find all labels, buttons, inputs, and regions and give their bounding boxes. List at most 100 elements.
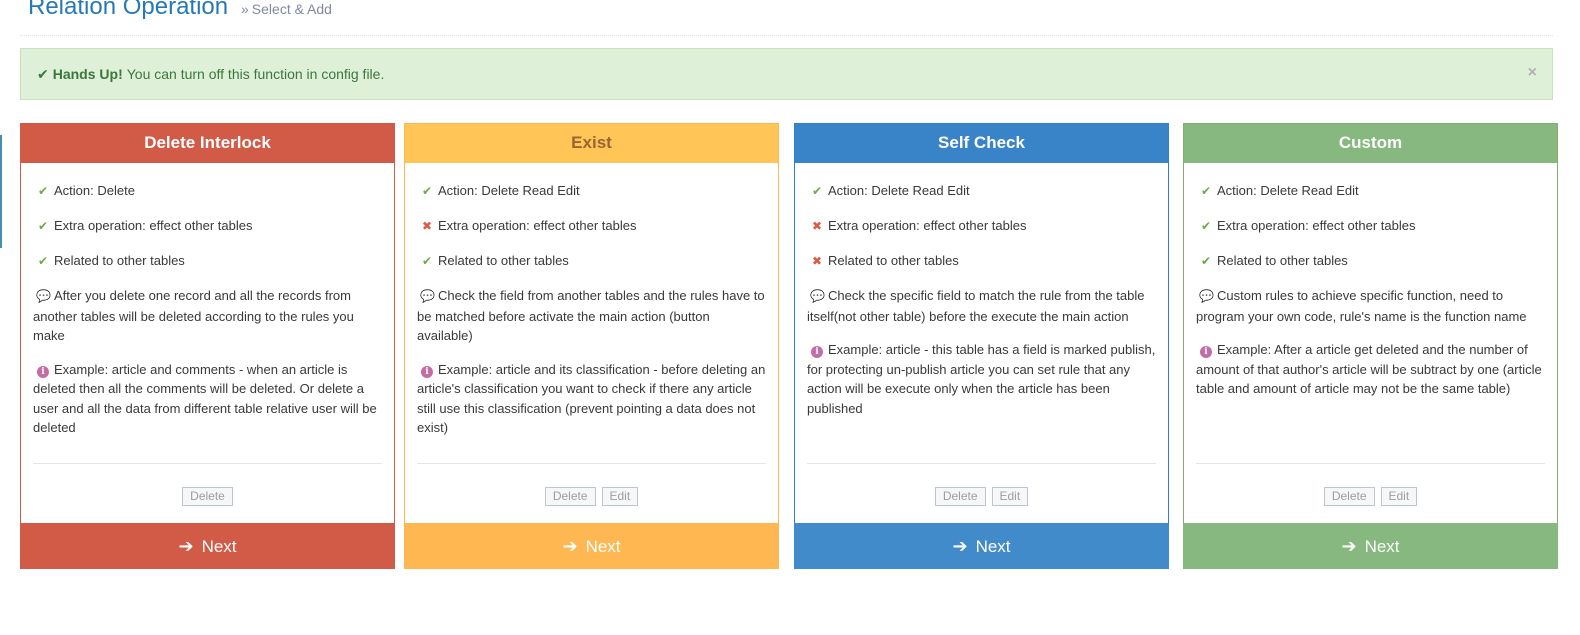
card-description: 💬 Check the field from another tables and… xyxy=(417,286,766,346)
feature-list: ✔ Action: Delete ✔ Extra operation: effect… xyxy=(33,181,382,272)
card-example: i Example: article - this table has a fie… xyxy=(807,340,1156,418)
arrow-right-icon: ➔ xyxy=(952,536,968,556)
card-self-check: Self Check ✔ Action: Delete Read Edit ✖ Ex… xyxy=(794,123,1169,569)
alert-success: ✔ Hands Up! You can turn off this function… xyxy=(20,48,1553,100)
delete-button[interactable]: Delete xyxy=(182,487,233,506)
card-title: Self Check xyxy=(795,124,1168,163)
card-description: 💬 Check the specific field to match the r… xyxy=(807,286,1156,326)
description-text: Custom rules to achieve specific functio… xyxy=(1196,288,1527,324)
description-text: After you delete one record and all the … xyxy=(33,288,354,343)
next-label: Next xyxy=(201,537,237,556)
sidebar-edge xyxy=(0,135,2,248)
feature-text: Action: Delete Read Edit xyxy=(1217,183,1359,198)
page-subtitle-text: Select & Add xyxy=(251,1,332,17)
next-button[interactable]: ➔ Next xyxy=(20,523,395,569)
feature-item: ✔ Action: Delete Read Edit xyxy=(417,181,766,202)
next-button[interactable]: ➔ Next xyxy=(1183,523,1558,569)
check-icon: ✔ xyxy=(421,184,433,198)
feature-text: Extra operation: effect other tables xyxy=(54,218,253,233)
card-example: i Example: After a article get deleted an… xyxy=(1196,340,1545,399)
edit-button[interactable]: Edit xyxy=(991,487,1029,506)
feature-text: Related to other tables xyxy=(54,253,185,268)
info-icon: i xyxy=(37,365,49,378)
card-description: 💬 After you delete one record and all the… xyxy=(33,286,382,346)
card-example: i Example: article and its classification… xyxy=(417,360,766,438)
next-button[interactable]: ➔ Next xyxy=(404,523,779,569)
feature-text: Action: Delete Read Edit xyxy=(828,183,970,198)
description-text: Check the field from another tables and … xyxy=(417,288,765,343)
example-text: Example: article and its classification … xyxy=(417,361,766,436)
feature-text: Related to other tables xyxy=(828,253,959,268)
cross-icon: ✖ xyxy=(421,219,433,233)
feature-item: ✖ Extra operation: effect other tables xyxy=(807,216,1156,237)
check-icon: ✔ xyxy=(37,254,49,268)
check-icon: ✔ xyxy=(37,184,49,198)
comment-icon: 💬 xyxy=(36,289,51,303)
example-text: Example: article and comments - when an … xyxy=(33,361,377,436)
info-icon: i xyxy=(1200,346,1212,358)
feature-item: ✔ Related to other tables xyxy=(1196,251,1545,272)
card-actions: Delete xyxy=(21,487,394,506)
card-delete-interlock: Delete Interlock ✔ Action: Delete ✔ Extra … xyxy=(20,123,395,569)
comment-icon: 💬 xyxy=(420,289,435,303)
cross-icon: ✖ xyxy=(811,254,823,268)
feature-item: ✔ Related to other tables xyxy=(417,251,766,272)
feature-text: Extra operation: effect other tables xyxy=(828,218,1027,233)
card-title: Custom xyxy=(1184,124,1557,163)
arrow-right-icon: ➔ xyxy=(178,536,194,556)
feature-item: ✔ Extra operation: effect other tables xyxy=(33,216,382,237)
arrow-right-icon: ➔ xyxy=(562,536,578,556)
feature-list: ✔ Action: Delete Read Edit ✖ Extra operati… xyxy=(417,181,766,272)
feature-text: Action: Delete Read Edit xyxy=(438,183,580,198)
check-icon: ✔ xyxy=(1200,219,1212,233)
feature-list: ✔ Action: Delete Read Edit ✔ Extra operati… xyxy=(1196,181,1545,272)
feature-item: ✔ Related to other tables xyxy=(33,251,382,272)
example-text: Example: After a article get deleted and… xyxy=(1196,342,1542,396)
card-example: i Example: article and comments - when an… xyxy=(33,360,382,438)
check-icon: ✔ xyxy=(1200,184,1212,198)
page-subtitle: » Select & Add xyxy=(241,1,332,17)
card-actions: Delete Edit xyxy=(1184,487,1557,506)
feature-item: ✔ Action: Delete xyxy=(33,181,382,202)
next-label: Next xyxy=(975,537,1011,556)
card-actions: Delete Edit xyxy=(795,487,1168,506)
card-custom: Custom ✔ Action: Delete Read Edit ✔ Extra … xyxy=(1183,123,1558,569)
check-icon: ✔ xyxy=(811,184,823,198)
comment-icon: 💬 xyxy=(810,289,825,303)
next-button[interactable]: ➔ Next xyxy=(794,523,1169,569)
divider xyxy=(33,463,382,464)
delete-button[interactable]: Delete xyxy=(934,487,986,506)
check-icon: ✔ xyxy=(37,219,49,233)
card-actions: Delete Edit xyxy=(405,487,778,506)
delete-button[interactable]: Delete xyxy=(1323,487,1375,506)
alert-text: You can turn off this function in config… xyxy=(126,66,385,82)
feature-item: ✖ Extra operation: effect other tables xyxy=(417,216,766,237)
divider xyxy=(1196,463,1545,464)
card-title: Exist xyxy=(405,124,778,163)
edit-button[interactable]: Edit xyxy=(601,487,639,506)
feature-text: Extra operation: effect other tables xyxy=(1217,218,1416,233)
alert-strong: Hands Up! xyxy=(52,66,123,82)
feature-item: ✔ Extra operation: effect other tables xyxy=(1196,216,1545,237)
cross-icon: ✖ xyxy=(811,219,823,233)
next-label: Next xyxy=(585,537,621,556)
feature-item: ✖ Related to other tables xyxy=(807,251,1156,272)
card-title: Delete Interlock xyxy=(21,124,394,163)
arrow-right-icon: ➔ xyxy=(1341,536,1357,556)
close-icon[interactable]: × xyxy=(1528,64,1537,82)
feature-text: Action: Delete xyxy=(54,183,135,198)
edit-button[interactable]: Edit xyxy=(1380,487,1418,506)
check-icon: ✔ xyxy=(37,66,49,82)
page-header: Relation Operation » Select & Add xyxy=(20,0,1553,36)
card-description: 💬 Custom rules to achieve specific functi… xyxy=(1196,286,1545,326)
card-exist: Exist ✔ Action: Delete Read Edit ✖ Extra o… xyxy=(404,123,779,569)
check-icon: ✔ xyxy=(421,254,433,268)
delete-button[interactable]: Delete xyxy=(544,487,596,506)
feature-text: Related to other tables xyxy=(1217,253,1348,268)
next-label: Next xyxy=(1364,537,1400,556)
divider xyxy=(807,463,1156,464)
example-text: Example: article - this table has a fiel… xyxy=(807,342,1156,416)
check-icon: ✔ xyxy=(1200,254,1212,268)
feature-text: Extra operation: effect other tables xyxy=(438,218,637,233)
feature-list: ✔ Action: Delete Read Edit ✖ Extra operati… xyxy=(807,181,1156,272)
